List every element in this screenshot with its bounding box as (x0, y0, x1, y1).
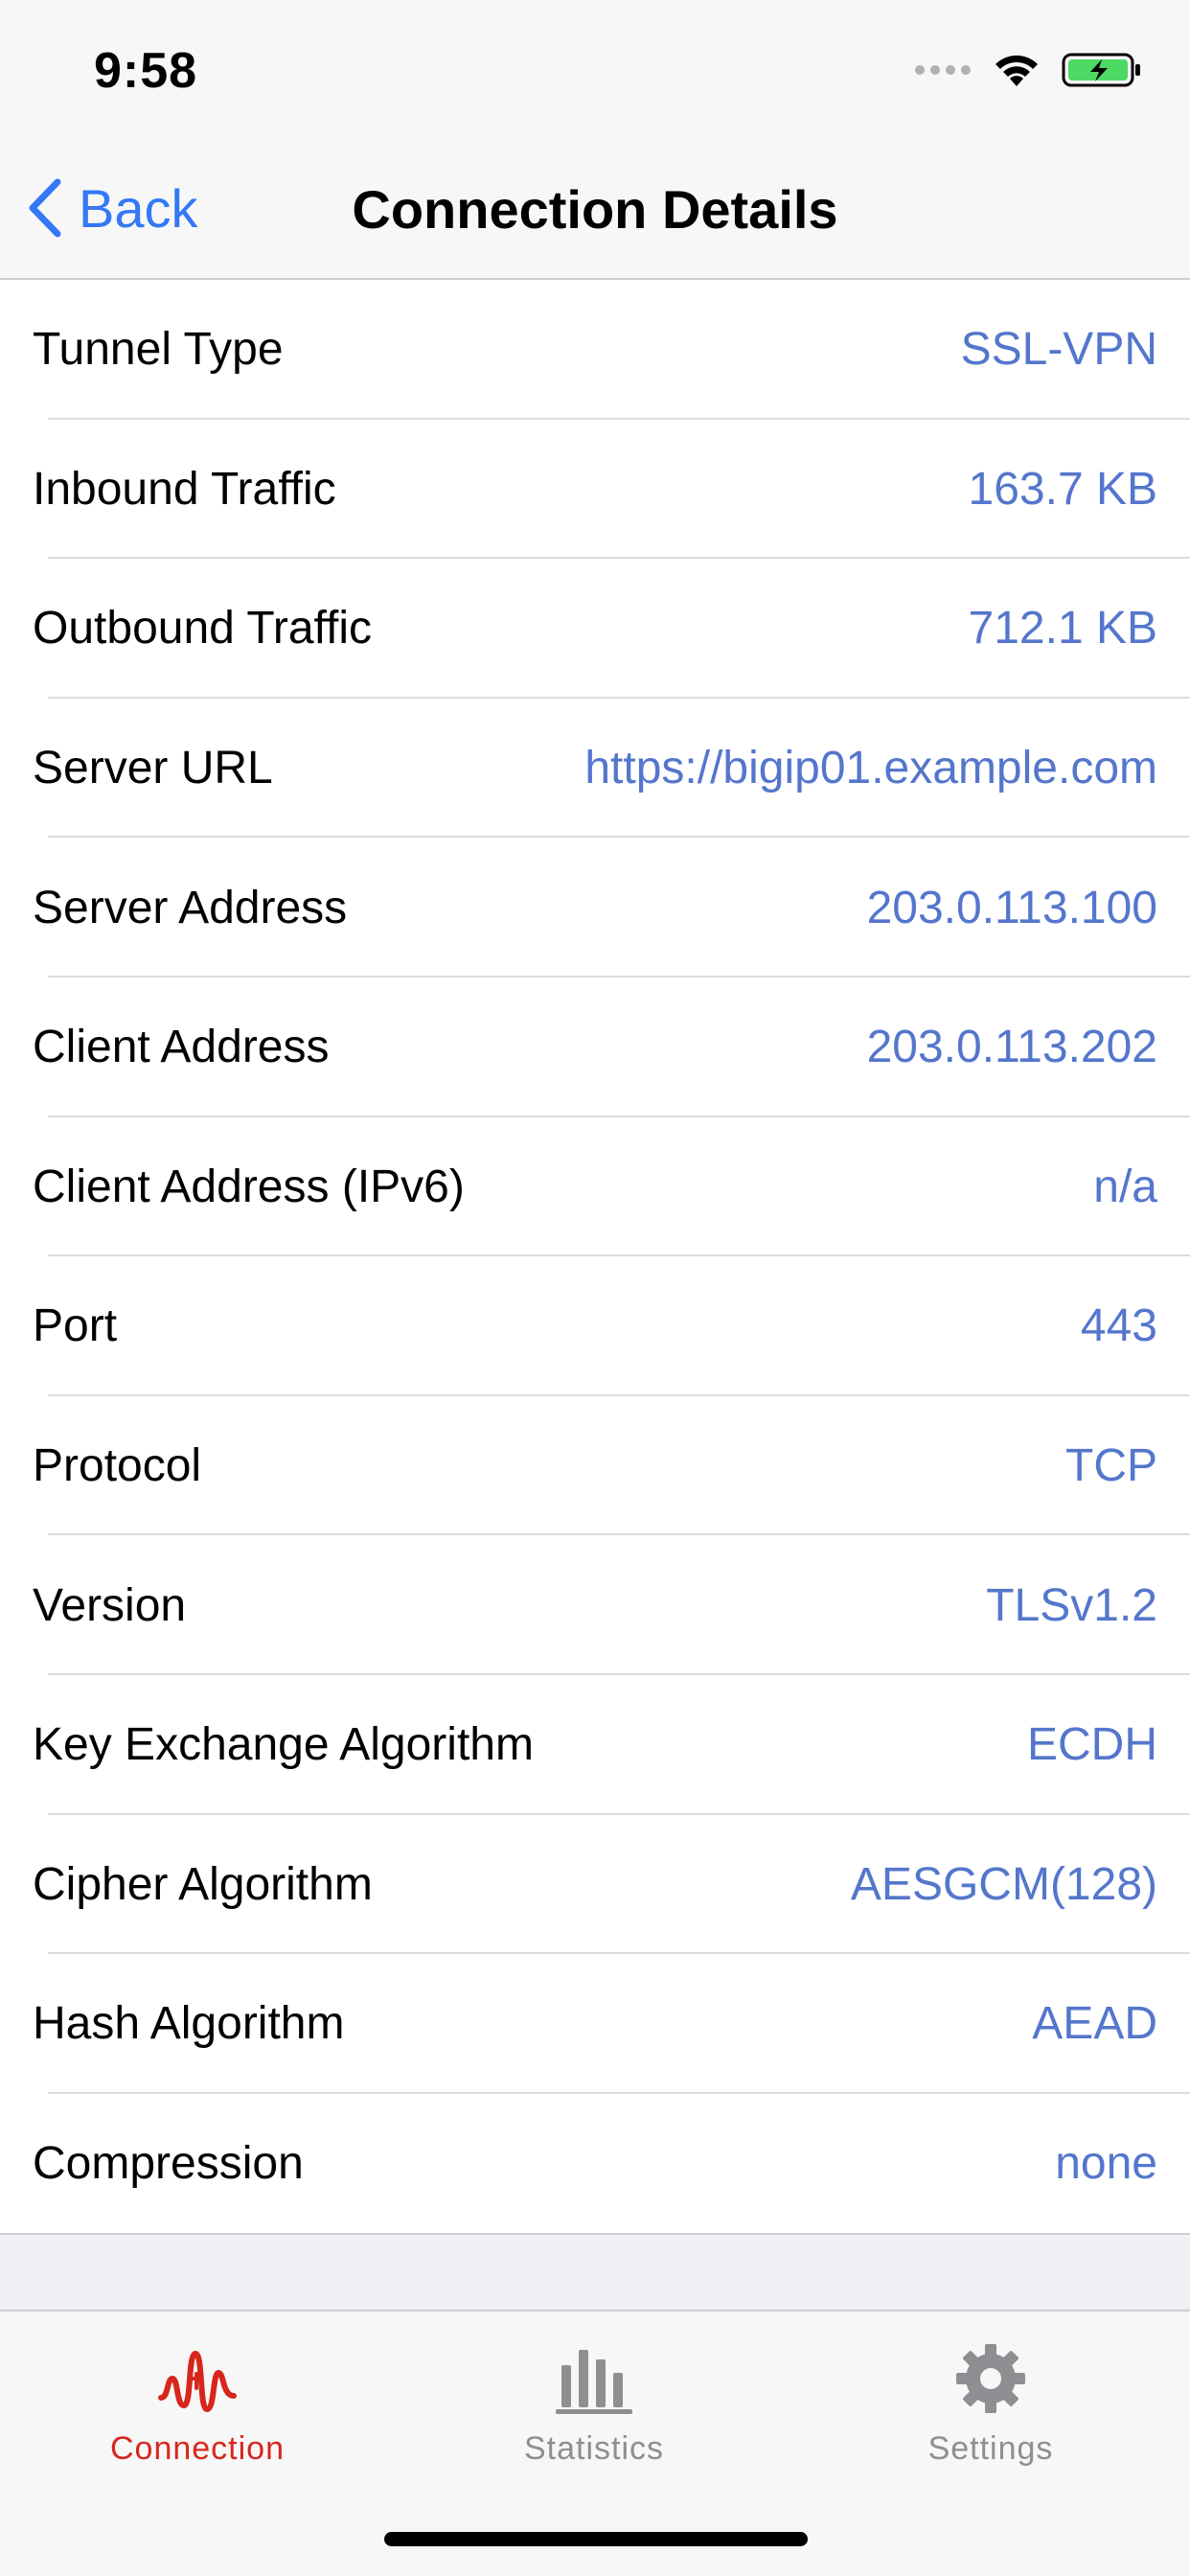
status-time: 9:58 (94, 43, 198, 99)
tab-settings[interactable]: Settings (847, 2340, 1134, 2468)
detail-value: 163.7 KB (968, 463, 1157, 515)
detail-label: Tunnel Type (33, 324, 284, 376)
detail-value: TLSv1.2 (986, 1579, 1157, 1631)
detail-label: Cipher Algorithm (33, 1858, 373, 1910)
detail-row-hash-algorithm: Hash Algorithm AEAD (0, 1954, 1190, 2094)
detail-value: 203.0.113.100 (866, 882, 1157, 933)
detail-label: Client Address (33, 1022, 330, 1073)
detail-value: 203.0.113.202 (866, 1022, 1157, 1073)
detail-row-server-address: Server Address 203.0.113.100 (0, 838, 1190, 978)
detail-row-port: Port 443 (0, 1256, 1190, 1396)
detail-row-client-address-ipv6: Client Address (IPv6) n/a (0, 1117, 1190, 1257)
gear-icon (956, 2344, 1025, 2413)
bar-chart-icon (556, 2350, 632, 2414)
detail-label: Protocol (33, 1440, 202, 1492)
wifi-icon (995, 55, 1038, 86)
detail-label: Version (33, 1579, 187, 1631)
tab-statistics[interactable]: Statistics (450, 2340, 738, 2468)
page-title: Connection Details (352, 179, 838, 240)
detail-row-version: Version TLSv1.2 (0, 1535, 1190, 1675)
tab-label: Connection (109, 2430, 285, 2467)
detail-value: AESGCM(128) (850, 1858, 1157, 1910)
detail-label: Server Address (33, 882, 348, 933)
detail-row-server-url: Server URL https://bigip01.example.com (0, 699, 1190, 839)
detail-row-client-address: Client Address 203.0.113.202 (0, 978, 1190, 1117)
detail-row-cipher-algorithm: Cipher Algorithm AESGCM(128) (0, 1815, 1190, 1955)
detail-label: Key Exchange Algorithm (33, 1719, 534, 1771)
connection-wave-icon (158, 2351, 237, 2412)
detail-label: Compression (33, 2138, 304, 2190)
cellular-signal-icon (915, 65, 971, 75)
detail-label: Client Address (IPv6) (33, 1161, 465, 1212)
detail-row-key-exchange-algorithm: Key Exchange Algorithm ECDH (0, 1675, 1190, 1815)
tab-label: Statistics (523, 2430, 665, 2467)
navigation-bar: Back Connection Details (0, 144, 1190, 280)
detail-value: 712.1 KB (968, 603, 1157, 655)
connection-details-list: Tunnel Type SSL-VPN Inbound Traffic 163.… (0, 280, 1190, 2236)
status-bar: 9:58 (0, 0, 1190, 144)
detail-value: TCP (1065, 1440, 1157, 1492)
detail-label: Server URL (33, 743, 273, 794)
detail-row-compression: Compression none (0, 2094, 1190, 2234)
detail-value: AEAD (1032, 1998, 1157, 2050)
detail-label: Inbound Traffic (33, 463, 336, 515)
tab-connection[interactable]: Connection (54, 2340, 341, 2468)
battery-charging-icon (1062, 53, 1140, 87)
detail-row-inbound-traffic: Inbound Traffic 163.7 KB (0, 420, 1190, 560)
tab-label: Settings (927, 2430, 1054, 2467)
detail-value: ECDH (1026, 1719, 1157, 1771)
detail-row-tunnel-type: Tunnel Type SSL-VPN (0, 280, 1190, 420)
detail-label: Hash Algorithm (33, 1998, 345, 2050)
home-indicator[interactable] (384, 2532, 808, 2546)
status-icons (914, 52, 1142, 88)
detail-label: Outbound Traffic (33, 603, 372, 655)
detail-label: Port (33, 1300, 118, 1352)
detail-value: none (1055, 2138, 1157, 2190)
detail-row-outbound-traffic: Outbound Traffic 712.1 KB (0, 559, 1190, 699)
detail-value: https://bigip01.example.com (584, 743, 1157, 794)
detail-value: n/a (1093, 1161, 1157, 1212)
detail-row-protocol: Protocol TCP (0, 1396, 1190, 1536)
detail-value: SSL-VPN (960, 324, 1157, 376)
detail-value: 443 (1080, 1300, 1157, 1352)
